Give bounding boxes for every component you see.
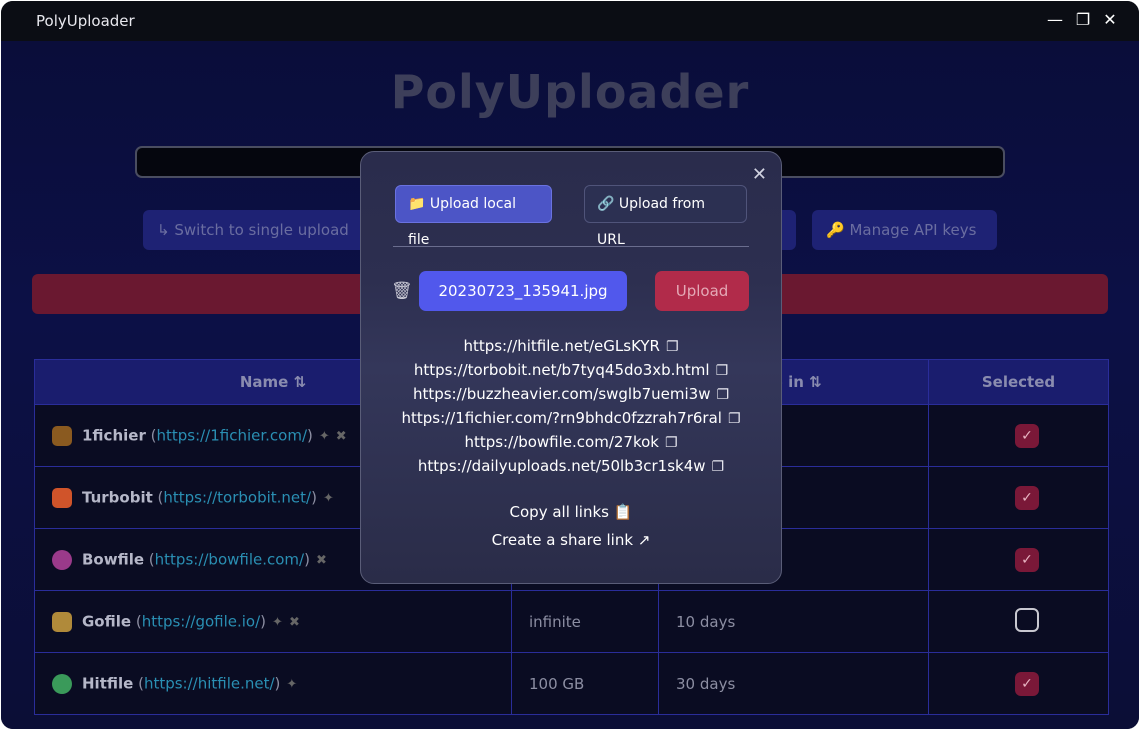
bowfile-logo-icon bbox=[52, 549, 72, 570]
table-row: Hitfile (https://hitfile.net/) ✦ 100 GB 30… bbox=[34, 652, 1109, 715]
provider-link[interactable]: https://gofile.io/ bbox=[142, 612, 260, 630]
list-item: https://hitfile.net/eGLsKYR ❐ bbox=[361, 334, 781, 358]
sort-icon: ⇅ bbox=[809, 373, 822, 391]
clipboard-icon: 📋 bbox=[613, 503, 633, 521]
1fichier-logo-icon bbox=[52, 425, 72, 446]
window-title: PolyUploader bbox=[36, 12, 135, 30]
trash-icon[interactable]: 🗑 bbox=[391, 281, 413, 301]
hitfile-logo-icon bbox=[52, 673, 72, 694]
turbobit-logo-icon bbox=[52, 487, 72, 508]
select-checkbox[interactable] bbox=[1015, 607, 1039, 632]
switch-single-upload-button[interactable]: ↳ Switch to single upload bbox=[143, 210, 373, 250]
minimize-icon[interactable]: — bbox=[1045, 10, 1065, 30]
arrow-right-icon: ↳ bbox=[157, 221, 170, 239]
uploaded-links-list: https://hitfile.net/eGLsKYR ❐ https://tor… bbox=[361, 334, 781, 478]
page-title: PolyUploader bbox=[390, 65, 750, 119]
upload-button[interactable]: Upload bbox=[655, 271, 749, 311]
provider-link[interactable]: https://bowfile.com/ bbox=[155, 550, 304, 568]
upload-modal: ✕ 📁 Upload local file 🔗 Upload from URL … bbox=[360, 151, 782, 584]
link-icon: 🔗 bbox=[597, 196, 615, 212]
copy-icon[interactable]: ❐ bbox=[712, 455, 725, 479]
copy-icon[interactable]: ❐ bbox=[728, 407, 741, 431]
list-item: https://bowfile.com/27kok ❐ bbox=[361, 430, 781, 454]
key-icon: 🔑 bbox=[826, 221, 845, 239]
close-icon[interactable]: ✕ bbox=[752, 164, 767, 185]
copy-icon[interactable]: ❐ bbox=[717, 383, 730, 407]
divider bbox=[393, 246, 749, 247]
tools-icon: ✖ bbox=[335, 429, 347, 444]
folder-icon: 📁 bbox=[408, 196, 426, 212]
select-checkbox[interactable]: ✓ bbox=[1015, 547, 1039, 572]
modal-actions: Copy all links 📋 Create a share link ↗ bbox=[361, 498, 781, 554]
selected-file-button[interactable]: 20230723_135941.jpg bbox=[419, 271, 627, 311]
api-label: Manage API keys bbox=[849, 221, 977, 239]
list-item: https://1fichier.com/?rn9bhdc0fzzrah7r6r… bbox=[361, 406, 781, 430]
tab-upload-local-file[interactable]: 📁 Upload local file bbox=[395, 185, 552, 248]
sparkle-icon: ✦ bbox=[286, 677, 298, 692]
create-share-link-button[interactable]: Create a share link ↗ bbox=[361, 526, 781, 554]
list-item: https://buzzheavier.com/swglb7uemi3w ❐ bbox=[361, 382, 781, 406]
gofile-logo-icon bbox=[52, 611, 72, 632]
sort-icon: ⇅ bbox=[293, 373, 307, 391]
external-link-icon: ↗ bbox=[637, 531, 651, 549]
copy-all-links-button[interactable]: Copy all links 📋 bbox=[361, 498, 781, 526]
sparkle-icon: ✦ bbox=[322, 491, 334, 506]
table-row: Gofile (https://gofile.io/) ✦ ✖ infinite 10… bbox=[34, 590, 1109, 653]
restore-icon[interactable]: ❐ bbox=[1073, 10, 1093, 30]
switch-label: Switch to single upload bbox=[174, 221, 349, 239]
copy-icon[interactable]: ❐ bbox=[665, 431, 678, 455]
col-selected[interactable]: Selected bbox=[928, 359, 1109, 405]
copy-icon[interactable]: ❐ bbox=[666, 335, 679, 359]
provider-link[interactable]: https://1fichier.com/ bbox=[156, 426, 307, 444]
sparkle-icon: ✦ bbox=[272, 615, 283, 630]
copy-icon[interactable]: ❐ bbox=[716, 359, 729, 383]
list-item: https://torbobit.net/b7tyq45do3xb.html ❐ bbox=[361, 358, 781, 382]
sparkle-icon: ✦ bbox=[318, 429, 330, 444]
provider-link[interactable]: https://torbobit.net/ bbox=[163, 488, 311, 506]
title-bar: PolyUploader — ❐ ✕ bbox=[1, 1, 1139, 41]
select-checkbox[interactable]: ✓ bbox=[1015, 671, 1039, 696]
manage-api-keys-button[interactable]: 🔑 Manage API keys bbox=[812, 210, 997, 250]
tools-icon: ✖ bbox=[288, 615, 300, 630]
provider-link[interactable]: https://hitfile.net/ bbox=[144, 674, 275, 692]
tools-icon: ✖ bbox=[315, 553, 327, 568]
app-window: PolyUploader — ❐ ✕ PolyUploader ↳ Switch… bbox=[1, 1, 1139, 729]
list-item: https://dailyuploads.net/50lb3cr1sk4w ❐ bbox=[361, 454, 781, 478]
select-checkbox[interactable]: ✓ bbox=[1015, 423, 1039, 448]
select-checkbox[interactable]: ✓ bbox=[1015, 485, 1039, 510]
tab-upload-from-url[interactable]: 🔗 Upload from URL bbox=[584, 185, 747, 248]
close-icon[interactable]: ✕ bbox=[1100, 10, 1120, 30]
